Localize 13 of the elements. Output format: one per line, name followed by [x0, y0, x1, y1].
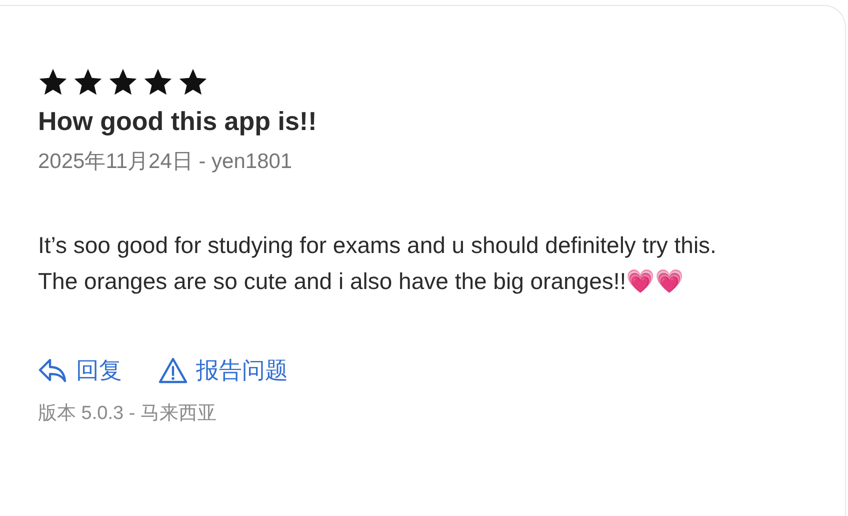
- reply-icon: [38, 358, 68, 384]
- review-date-author: 2025年11月24日 - yen1801: [38, 149, 294, 175]
- review-title: How good this app is!!: [38, 106, 318, 137]
- report-link[interactable]: 报告问题: [158, 355, 288, 386]
- star-icon: [108, 67, 138, 97]
- star-icon: [38, 67, 68, 97]
- version-info: 版本 5.0.3 - 马来西亚: [38, 402, 218, 426]
- star-icon: [178, 67, 208, 97]
- warning-icon: [158, 357, 188, 384]
- star-icon: [143, 67, 173, 97]
- reply-link[interactable]: 回复: [38, 355, 122, 386]
- review-text: It’s soo good for studying for exams and u should definitely try this. The oranges are so cute and i also have the big oranges!!💗💗: [38, 231, 718, 296]
- star-icon: [73, 67, 103, 97]
